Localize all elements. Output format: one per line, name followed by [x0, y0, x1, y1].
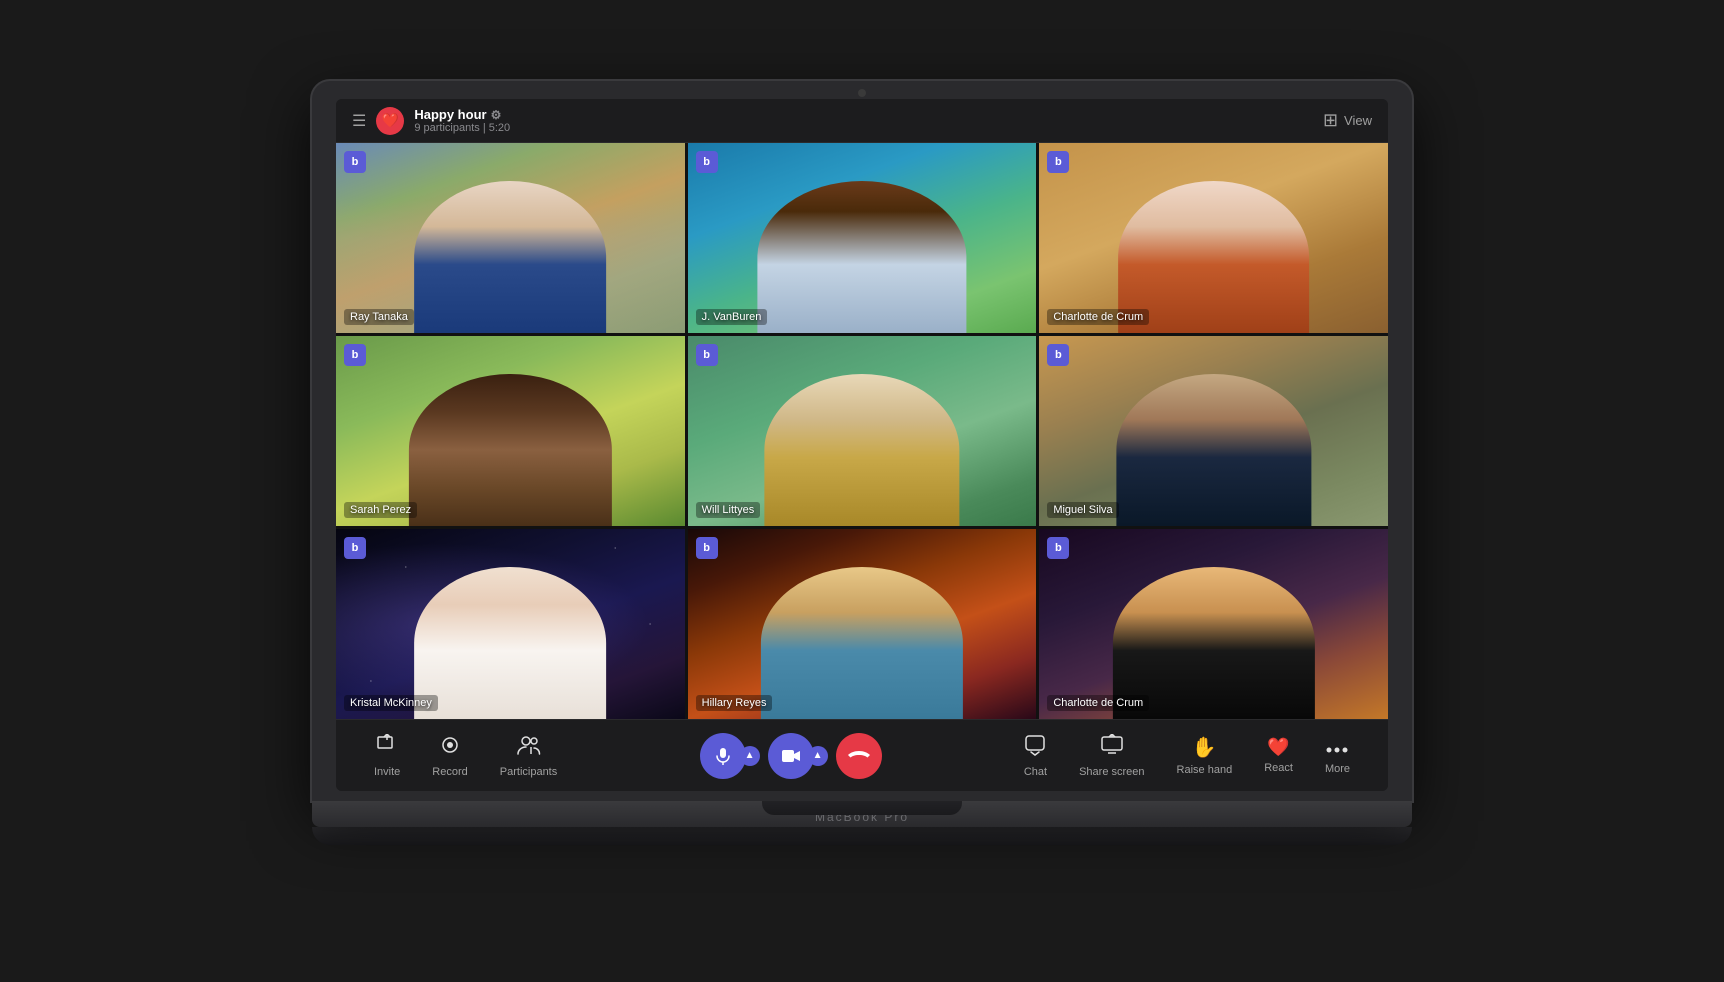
toolbar-right-group: Chat Share screen — [1010, 728, 1364, 784]
share-screen-button[interactable]: Share screen — [1065, 728, 1158, 784]
laptop-notch — [762, 801, 962, 815]
name-label-will-littyes: Will Littyes — [696, 502, 761, 518]
gear-icon[interactable]: ⚙ — [491, 108, 502, 122]
cam-group: ▲ — [768, 733, 828, 779]
name-label-charlotte1: Charlotte de Crum — [1047, 309, 1149, 325]
participant-badge: b — [1047, 344, 1069, 366]
react-label: React — [1264, 762, 1293, 774]
react-button[interactable]: ❤️ React — [1250, 731, 1307, 780]
video-cell-kristal-mckinney[interactable]: b Kristal McKinney — [336, 529, 685, 719]
top-bar: ☰ ❤️ Happy hour ⚙ 9 participants | 5:20 … — [336, 99, 1388, 143]
invite-button[interactable]: Invite — [360, 728, 414, 784]
participant-badge: b — [1047, 537, 1069, 559]
participant-badge: b — [344, 537, 366, 559]
participants-button[interactable]: Participants — [486, 728, 571, 784]
participant-badge: b — [344, 151, 366, 173]
name-label-hillary-reyes: Hillary Reyes — [696, 695, 773, 711]
top-bar-left: ☰ ❤️ Happy hour ⚙ 9 participants | 5:20 — [352, 107, 510, 135]
meeting-title-text: Happy hour — [414, 107, 486, 122]
name-label-miguel-silva: Miguel Silva — [1047, 502, 1118, 518]
video-cell-will-littyes[interactable]: b Will Littyes — [688, 336, 1037, 526]
raise-hand-button[interactable]: ✋ Raise hand — [1163, 729, 1247, 782]
video-cell-j-vanburen[interactable]: b J. VanBuren — [688, 143, 1037, 333]
mic-group: ▲ — [700, 733, 760, 779]
participants-label: Participants — [500, 766, 557, 778]
mic-button[interactable] — [700, 733, 746, 779]
cam-button[interactable] — [768, 733, 814, 779]
chat-button[interactable]: Chat — [1010, 728, 1061, 784]
hangup-button[interactable] — [836, 733, 882, 779]
laptop-outer: ☰ ❤️ Happy hour ⚙ 9 participants | 5:20 … — [312, 81, 1412, 901]
view-label: View — [1344, 113, 1372, 128]
record-button[interactable]: Record — [418, 728, 481, 784]
meeting-info: Happy hour ⚙ 9 participants | 5:20 — [414, 107, 510, 134]
participant-badge: b — [696, 344, 718, 366]
meeting-subtitle: 9 participants | 5:20 — [414, 122, 510, 134]
view-grid-icon: ⊞ — [1323, 110, 1338, 131]
meeting-title: Happy hour ⚙ — [414, 107, 510, 122]
top-bar-right: ⊞ View — [1323, 110, 1372, 131]
chat-icon — [1024, 734, 1046, 762]
raise-hand-icon: ✋ — [1192, 735, 1217, 760]
name-label-sarah-perez: Sarah Perez — [344, 502, 417, 518]
view-button[interactable]: ⊞ View — [1323, 110, 1372, 131]
video-cell-charlotte2[interactable]: b Charlotte de Crum — [1039, 529, 1388, 719]
video-cell-hillary-reyes[interactable]: b Hillary Reyes — [688, 529, 1037, 719]
video-cell-charlotte1[interactable]: b Charlotte de Crum — [1039, 143, 1388, 333]
more-icon — [1326, 736, 1348, 759]
laptop-bottom: MacBook Pro — [312, 801, 1412, 827]
video-cell-sarah-perez[interactable]: b Sarah Perez — [336, 336, 685, 526]
laptop-base — [312, 827, 1412, 845]
more-label: More — [1325, 763, 1350, 775]
hamburger-icon[interactable]: ☰ — [352, 111, 366, 131]
chat-label: Chat — [1024, 766, 1047, 778]
name-label-kristal-mckinney: Kristal McKinney — [344, 695, 438, 711]
participant-badge: b — [344, 344, 366, 366]
toolbar: Invite Record — [336, 719, 1388, 791]
share-screen-icon — [1101, 734, 1123, 762]
invite-label: Invite — [374, 766, 400, 778]
participant-badge: b — [696, 537, 718, 559]
more-button[interactable]: More — [1311, 730, 1364, 781]
video-grid: b Ray Tanaka b J. VanBuren b — [336, 143, 1388, 719]
name-label-j-vanburen: J. VanBuren — [696, 309, 768, 325]
video-cell-ray-tanaka[interactable]: b Ray Tanaka — [336, 143, 685, 333]
meeting-icon: ❤️ — [376, 107, 404, 135]
raise-hand-label: Raise hand — [1177, 764, 1233, 776]
react-icon: ❤️ — [1267, 737, 1289, 758]
participant-badge: b — [1047, 151, 1069, 173]
camera-dot — [858, 89, 866, 97]
record-icon — [439, 734, 461, 762]
toolbar-left-group: Invite Record — [360, 728, 571, 784]
participants-icon — [517, 734, 541, 762]
participant-badge: b — [696, 151, 718, 173]
invite-icon — [376, 734, 398, 762]
screen: ☰ ❤️ Happy hour ⚙ 9 participants | 5:20 … — [336, 99, 1388, 791]
video-cell-miguel-silva[interactable]: b Miguel Silva — [1039, 336, 1388, 526]
record-label: Record — [432, 766, 467, 778]
laptop-screen-bezel: ☰ ❤️ Happy hour ⚙ 9 participants | 5:20 … — [312, 81, 1412, 801]
center-controls: ▲ ▲ — [700, 733, 882, 779]
name-label-ray-tanaka: Ray Tanaka — [344, 309, 414, 325]
share-screen-label: Share screen — [1079, 766, 1144, 778]
name-label-charlotte2: Charlotte de Crum — [1047, 695, 1149, 711]
